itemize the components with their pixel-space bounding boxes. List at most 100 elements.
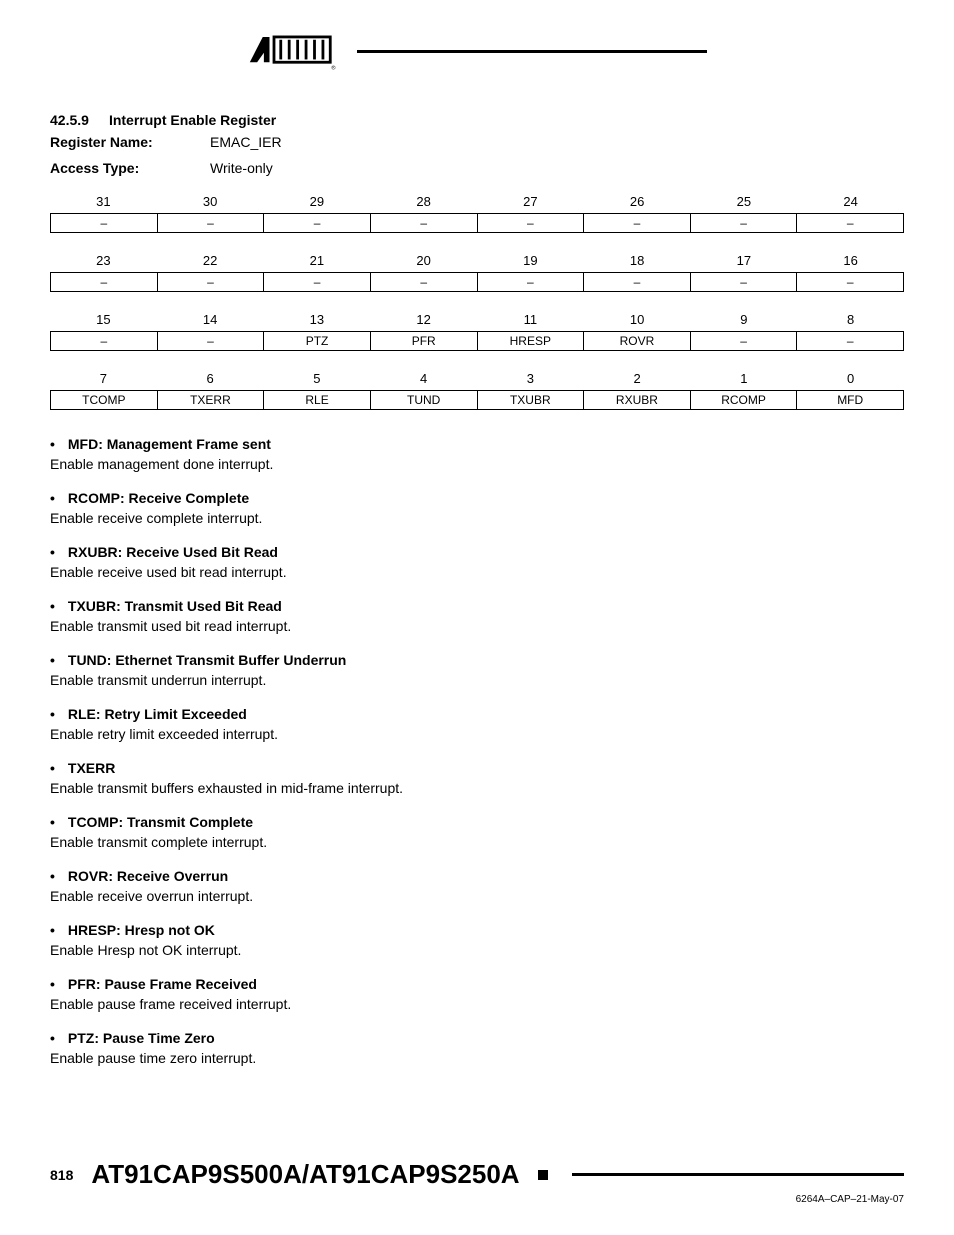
description-title-text: PTZ: Pause Time Zero <box>64 1030 215 1046</box>
bit-number: 20 <box>370 249 477 272</box>
description-text: Enable pause time zero interrupt. <box>50 1050 904 1066</box>
bit-number: 26 <box>584 190 691 213</box>
bullet-icon: • <box>50 598 64 614</box>
bit-number: 29 <box>264 190 371 213</box>
description-text: Enable transmit underrun interrupt. <box>50 672 904 688</box>
description-item: • RLE: Retry Limit ExceededEnable retry … <box>50 706 904 742</box>
bit-number: 10 <box>584 308 691 331</box>
bullet-icon: • <box>50 922 64 938</box>
description-title: • TXERR <box>50 760 904 776</box>
page-footer: 818 AT91CAP9S500A/AT91CAP9S250A 6264A–CA… <box>50 1159 904 1205</box>
description-title: • MFD: Management Frame sent <box>50 436 904 452</box>
bit-field: – <box>584 273 691 291</box>
bit-number: 6 <box>157 367 264 390</box>
bit-number: 31 <box>50 190 157 213</box>
description-text: Enable pause frame received interrupt. <box>50 996 904 1012</box>
bit-number: 28 <box>370 190 477 213</box>
document-title: AT91CAP9S500A/AT91CAP9S250A <box>91 1159 519 1190</box>
bit-field: HRESP <box>478 332 585 350</box>
bit-number: 22 <box>157 249 264 272</box>
bullet-icon: • <box>50 706 64 722</box>
description-title-text: MFD: Management Frame sent <box>64 436 271 452</box>
register-name-label: Register Name: <box>50 134 210 150</box>
page: ® 42.5.9 Interrupt Enable Register Regis… <box>0 0 954 1235</box>
bit-field: TXERR <box>158 391 265 409</box>
bit-field: TCOMP <box>51 391 158 409</box>
description-item: • PFR: Pause Frame ReceivedEnable pause … <box>50 976 904 1012</box>
access-type-value: Write-only <box>210 160 273 176</box>
description-text: Enable management done interrupt. <box>50 456 904 472</box>
bit-field: – <box>584 214 691 232</box>
description-title: • ROVR: Receive Overrun <box>50 868 904 884</box>
bit-field: – <box>478 214 585 232</box>
bit-number: 11 <box>477 308 584 331</box>
bit-field: – <box>691 273 798 291</box>
bit-number: 19 <box>477 249 584 272</box>
description-item: • TCOMP: Transmit CompleteEnable transmi… <box>50 814 904 850</box>
description-item: • PTZ: Pause Time Zero Enable pause time … <box>50 1030 904 1066</box>
bit-field: TXUBR <box>478 391 585 409</box>
bullet-icon: • <box>50 490 64 506</box>
description-item: • HRESP: Hresp not OKEnable Hresp not OK… <box>50 922 904 958</box>
bit-field: – <box>797 332 903 350</box>
bit-number: 9 <box>691 308 798 331</box>
description-item: • RCOMP: Receive CompleteEnable receive … <box>50 490 904 526</box>
bit-value-row: ––PTZPFRHRESPROVR–– <box>50 331 904 351</box>
bullet-icon: • <box>50 760 64 776</box>
description-title-text: TXERR <box>64 760 115 776</box>
document-code: 6264A–CAP–21-May-07 <box>50 1194 904 1205</box>
bullet-icon: • <box>50 868 64 884</box>
bit-field: RXUBR <box>584 391 691 409</box>
register-bit-table: 3130292827262524––––––––2322212019181716… <box>50 190 904 410</box>
bullet-icon: • <box>50 814 64 830</box>
description-title: • PTZ: Pause Time Zero <box>50 1030 904 1046</box>
bit-field: – <box>51 214 158 232</box>
access-type-row: Access Type: Write-only <box>50 160 904 176</box>
bit-field: – <box>691 332 798 350</box>
bit-number: 4 <box>370 367 477 390</box>
description-title-text: HRESP: Hresp not OK <box>64 922 215 938</box>
bit-description-list: • MFD: Management Frame sent Enable manag… <box>50 436 904 1066</box>
bit-number: 14 <box>157 308 264 331</box>
bit-field: – <box>158 273 265 291</box>
bit-field: RLE <box>264 391 371 409</box>
bit-value-row: –––––––– <box>50 213 904 233</box>
bit-number: 25 <box>691 190 798 213</box>
bit-value-row: –––––––– <box>50 272 904 292</box>
footer-square-icon <box>538 1170 548 1180</box>
bit-value-row: TCOMPTXERRRLETUNDTXUBRRXUBRRCOMPMFD <box>50 390 904 410</box>
description-title-text: TXUBR: Transmit Used Bit Read <box>64 598 282 614</box>
description-item: • TXUBR: Transmit Used Bit Read Enable tr… <box>50 598 904 634</box>
description-item: • RXUBR: Receive Used Bit ReadEnable rec… <box>50 544 904 580</box>
bit-field: – <box>371 214 478 232</box>
description-item: • MFD: Management Frame sent Enable manag… <box>50 436 904 472</box>
page-number: 818 <box>50 1167 73 1183</box>
bullet-icon: • <box>50 436 64 452</box>
description-title: • TCOMP: Transmit Complete <box>50 814 904 830</box>
bit-field: – <box>371 273 478 291</box>
description-title: • RXUBR: Receive Used Bit Read <box>50 544 904 560</box>
bit-number: 8 <box>797 308 904 331</box>
bit-number: 7 <box>50 367 157 390</box>
bit-field: – <box>158 214 265 232</box>
bit-field: ROVR <box>584 332 691 350</box>
description-text: Enable transmit used bit read interrupt. <box>50 618 904 634</box>
footer-rule <box>572 1173 904 1176</box>
bit-field: – <box>691 214 798 232</box>
bit-field: – <box>51 332 158 350</box>
bit-number: 3 <box>477 367 584 390</box>
bit-number: 0 <box>797 367 904 390</box>
bit-number: 12 <box>370 308 477 331</box>
description-title-text: PFR: Pause Frame Received <box>64 976 257 992</box>
svg-text:®: ® <box>331 65 336 72</box>
description-title: • HRESP: Hresp not OK <box>50 922 904 938</box>
bit-field: MFD <box>797 391 903 409</box>
bit-field: – <box>264 273 371 291</box>
section-number: 42.5.9 <box>50 112 89 128</box>
description-title: • RLE: Retry Limit Exceeded <box>50 706 904 722</box>
bit-field: – <box>797 273 903 291</box>
bit-header-row: 76543210 <box>50 367 904 390</box>
bit-number: 5 <box>264 367 371 390</box>
bullet-icon: • <box>50 544 64 560</box>
header-logo-row: ® <box>50 30 904 72</box>
